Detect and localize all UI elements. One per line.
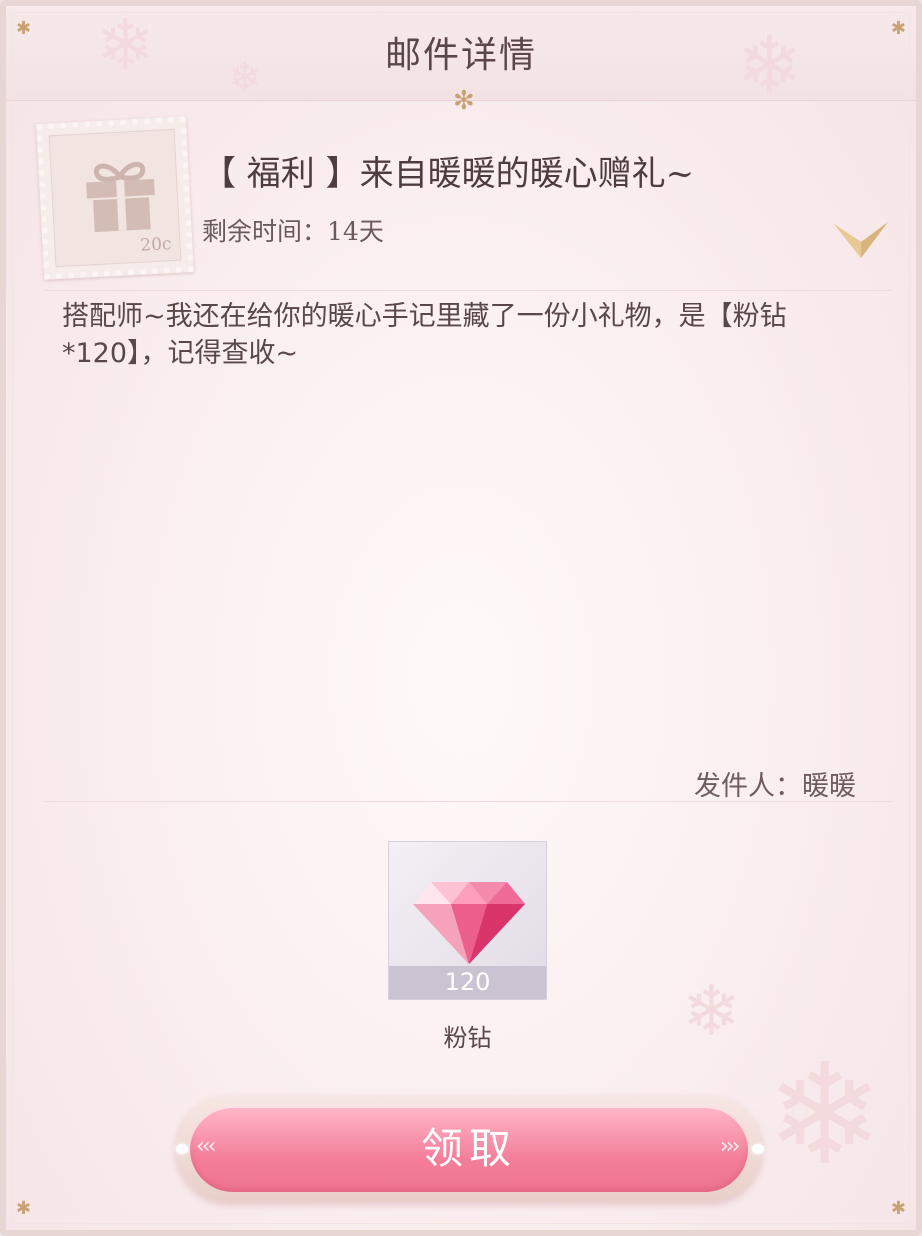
stamp-value: 20c [139, 234, 173, 256]
mail-body: 搭配师~我还在给你的暖心手记里藏了一份小礼物，是【粉钻*120】，记得查收~ [62, 301, 787, 369]
snowflake-icon: ✻ [453, 86, 475, 116]
snowflake-icon: ❄ [736, 19, 804, 112]
remaining-time-value: 14天 [327, 217, 384, 246]
gift-icon [86, 161, 155, 233]
mail-sender: 发件人：暖暖 [694, 764, 856, 803]
button-glint-icon [176, 1144, 188, 1154]
sender-name: 暖暖 [802, 771, 856, 802]
chevron-left-icon: ‹‹‹ [196, 1134, 216, 1159]
corner-ornament-icon: ✱ [890, 1198, 906, 1219]
snowflake-icon: ❄ [682, 970, 741, 1052]
attachment-item[interactable]: 120 [388, 841, 547, 1000]
button-glint-icon [752, 1144, 764, 1154]
attachment-count: 120 [389, 966, 546, 999]
snowflake-icon: ❄ [766, 1034, 884, 1197]
mail-stamp: 20c [36, 116, 194, 280]
divider [44, 801, 892, 802]
corner-ornament-icon: ✱ [890, 18, 906, 39]
chevron-right-icon: ››› [720, 1134, 740, 1159]
remaining-time-label: 剩余时间： [202, 217, 328, 246]
corner-ornament-icon: ✱ [16, 1198, 32, 1219]
claim-button[interactable]: 领取 [190, 1106, 748, 1192]
pink-diamond-icon [413, 882, 525, 964]
attachment-name: 粉钻 [443, 1024, 492, 1052]
divider [44, 290, 892, 291]
chevron-down-icon[interactable] [832, 220, 890, 260]
snowflake-icon: ❄ [96, 4, 155, 86]
sender-label: 发件人： [694, 771, 802, 802]
mail-detail-panel: 邮件详情 ❄ ❄ ❄ ❄ ❄ ✱ ✱ ✱ ✱ ✻ 20c 【 福利 】来自暖暖的… [0, 0, 922, 1236]
remaining-time: 剩余时间：14天 [202, 212, 384, 248]
mail-subject: 【 福利 】来自暖暖的暖心赠礼~ [202, 154, 695, 194]
snowflake-icon: ❄ [228, 55, 262, 101]
corner-ornament-icon: ✱ [16, 18, 32, 39]
